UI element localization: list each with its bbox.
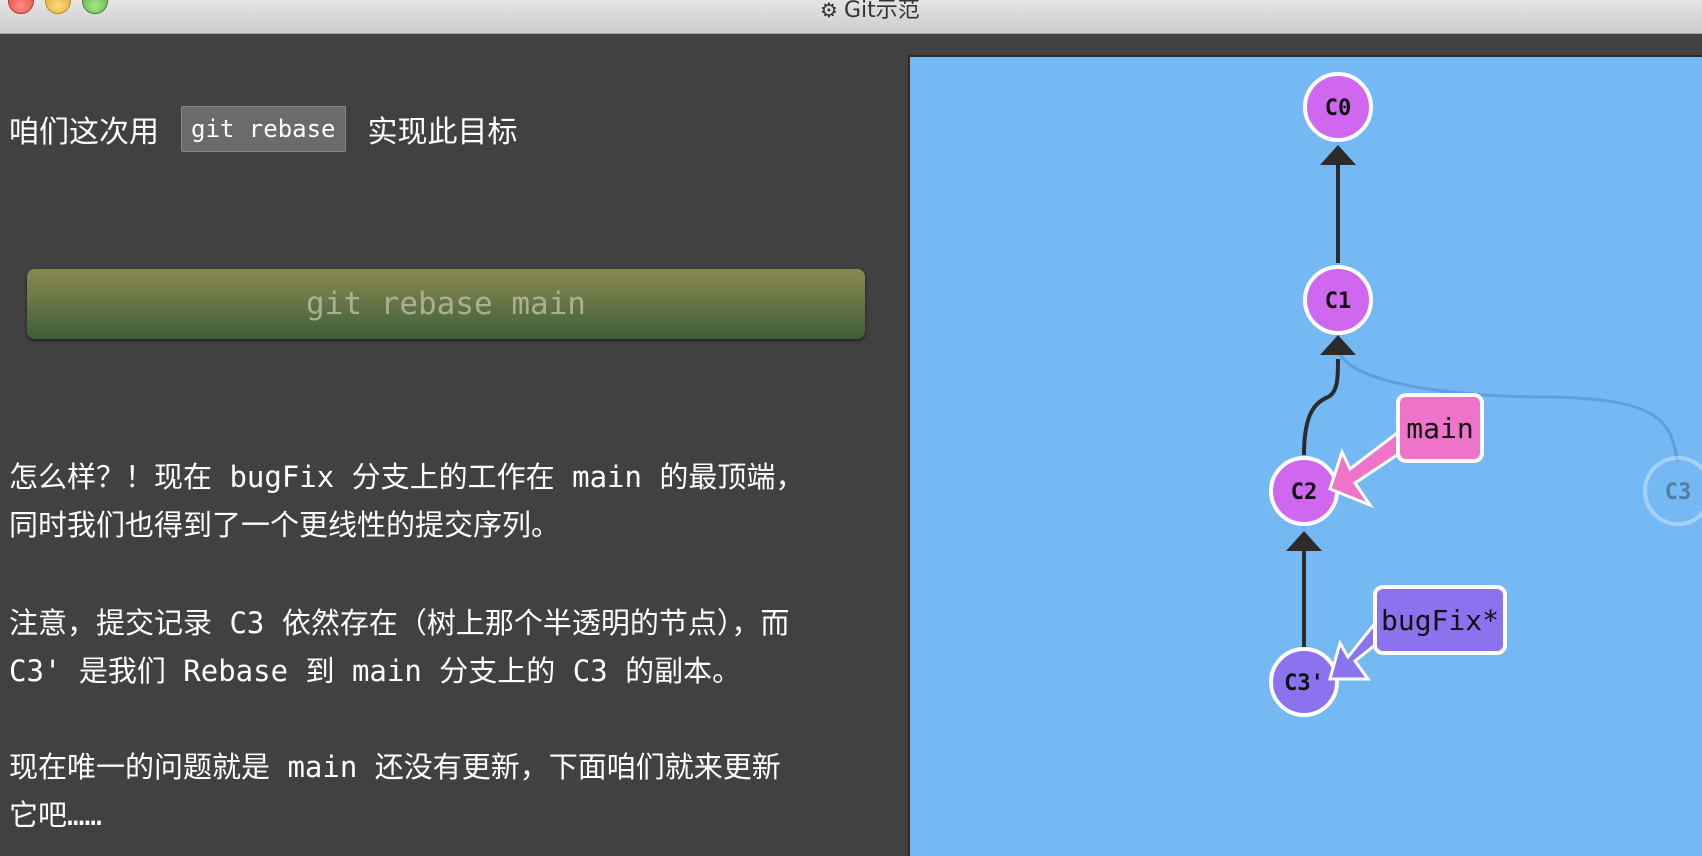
minimize-window-button[interactable] bbox=[45, 0, 71, 14]
branch-main-label: main bbox=[1406, 412, 1473, 445]
commit-c2-label: C2 bbox=[1291, 480, 1318, 505]
commit-c1[interactable]: C1 bbox=[1303, 265, 1373, 335]
branch-bugfix-label: bugFix* bbox=[1381, 604, 1499, 637]
paragraph-2-line-2: C3' 是我们 Rebase 到 main 分支上的 C3 的副本。 bbox=[9, 654, 742, 688]
paragraph-3-line-2: 它吧…… bbox=[9, 798, 102, 832]
arrow-c2-c1 bbox=[1320, 335, 1356, 355]
inline-code: git rebase bbox=[181, 106, 346, 152]
commit-c1-label: C1 bbox=[1325, 289, 1352, 314]
commit-c0[interactable]: C0 bbox=[1303, 72, 1373, 142]
commit-c3-faded[interactable]: C3 bbox=[1643, 456, 1702, 526]
git-tree-svg: C0 C1 C2 C3 C3' main bugFix* bbox=[1269, 72, 1702, 717]
paragraph-1-line-1: 怎么样？！现在 bugFix 分支上的工作在 main 的最顶端， bbox=[9, 460, 805, 494]
zoom-window-button[interactable] bbox=[82, 0, 108, 14]
paragraph-1: 怎么样？！现在 bugFix 分支上的工作在 main 的最顶端， 同时我们也得… bbox=[9, 453, 889, 549]
instruction-line: 咱们这次用 git rebase 实现此目标 bbox=[9, 103, 518, 155]
paragraph-1-line-2: 同时我们也得到了一个更线性的提交序列。 bbox=[9, 508, 561, 542]
paragraph-3: 现在唯一的问题就是 main 还没有更新，下面咱们就来更新 它吧…… bbox=[9, 743, 889, 839]
branch-main[interactable]: main bbox=[1396, 393, 1484, 463]
gear-icon: ⚙ bbox=[820, 0, 838, 22]
paragraph-3-line-1: 现在唯一的问题就是 main 还没有更新，下面咱们就来更新 bbox=[9, 750, 781, 784]
window-title-text: Git示范 bbox=[843, 0, 920, 23]
commit-c0-label: C0 bbox=[1325, 96, 1352, 121]
commit-c3-label: C3 bbox=[1665, 480, 1692, 505]
run-command-button[interactable]: git rebase main bbox=[27, 269, 865, 339]
arrow-c1-c0 bbox=[1320, 145, 1356, 165]
paragraph-2-line-1: 注意，提交记录 C3 依然存在（树上那个半透明的节点），而 bbox=[9, 606, 790, 640]
commit-c2[interactable]: C2 bbox=[1269, 456, 1339, 526]
paragraph-2: 注意，提交记录 C3 依然存在（树上那个半透明的节点），而 C3' 是我们 Re… bbox=[9, 599, 889, 695]
arrow-c3p-c2 bbox=[1286, 531, 1322, 551]
instruction-panel: 咱们这次用 git rebase 实现此目标 git rebase main 怎… bbox=[0, 33, 900, 854]
branch-bugfix[interactable]: bugFix* bbox=[1373, 585, 1507, 655]
instruction-prefix: 咱们这次用 bbox=[9, 115, 159, 150]
instruction-suffix: 实现此目标 bbox=[367, 115, 518, 150]
window-title: ⚙ Git示范 bbox=[820, 0, 920, 24]
edge-c2-c1 bbox=[1302, 358, 1340, 456]
commit-c3-prime[interactable]: C3' bbox=[1269, 647, 1339, 717]
commit-c3-prime-label: C3' bbox=[1284, 671, 1324, 696]
window-titlebar: ⚙ Git示范 bbox=[0, 0, 1702, 34]
close-window-button[interactable] bbox=[8, 0, 34, 14]
git-tree-visualization: C0 C1 C2 C3 C3' main bugFix* bbox=[908, 55, 1702, 856]
